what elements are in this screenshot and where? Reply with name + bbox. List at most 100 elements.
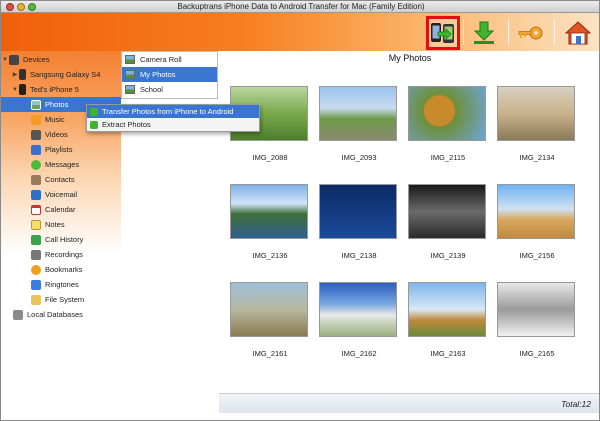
photo-thumbnail[interactable] xyxy=(408,86,486,141)
sidebar-local-databases[interactable]: Local Databases xyxy=(1,307,121,322)
album-camera-roll[interactable]: Camera Roll xyxy=(122,52,217,67)
ringtones-icon xyxy=(31,279,41,290)
register-button[interactable] xyxy=(513,16,547,50)
sidebar-device-galaxy[interactable]: ▶ Sangsung Galaxy S4 xyxy=(1,67,121,82)
photo-caption: IMG_2161 xyxy=(252,349,288,358)
photo-thumbnail[interactable] xyxy=(408,184,486,239)
music-icon xyxy=(31,114,41,125)
photo-caption: IMG_2139 xyxy=(430,251,466,260)
sidebar-devices-label: Devices xyxy=(23,55,50,64)
sidebar-item-ringtones[interactable]: Ringtones xyxy=(1,277,121,292)
sidebar-item-playlists[interactable]: Playlists xyxy=(1,142,121,157)
title-bar: Backuptrans iPhone Data to Android Trans… xyxy=(1,1,599,13)
photo-thumbnail[interactable] xyxy=(230,282,308,337)
photo-caption: IMG_2093 xyxy=(341,153,377,162)
sidebar-item-label: Recordings xyxy=(45,250,83,259)
menu-item-transfer-photos[interactable]: Transfer Photos from iPhone to Android xyxy=(87,105,259,118)
photo-item[interactable]: IMG_2115 xyxy=(405,86,486,176)
voicemail-icon xyxy=(31,189,41,200)
photo-thumbnail[interactable] xyxy=(497,184,575,239)
sidebar-item-file-system[interactable]: File System xyxy=(1,292,121,307)
disclosure-triangle-icon[interactable]: ▼ xyxy=(11,87,19,93)
photo-item[interactable]: IMG_2139 xyxy=(405,184,486,274)
sidebar-item-voicemail[interactable]: Voicemail xyxy=(1,187,121,202)
album-school[interactable]: School xyxy=(122,82,217,97)
photo-caption: IMG_2165 xyxy=(519,349,555,358)
total-count: Total:12 xyxy=(561,399,591,409)
photo-thumbnail[interactable] xyxy=(319,184,397,239)
photo-thumbnail[interactable] xyxy=(319,282,397,337)
photo-caption: IMG_2156 xyxy=(519,251,555,260)
album-list: Camera Roll My Photos School xyxy=(121,51,218,99)
album-label: My Photos xyxy=(140,70,176,79)
bookmarks-icon xyxy=(31,264,41,275)
disclosure-triangle-icon[interactable]: ▼ xyxy=(1,57,9,63)
menu-item-extract-photos[interactable]: Extract Photos xyxy=(87,118,259,131)
photo-thumbnail[interactable] xyxy=(497,282,575,337)
toolbar-separator xyxy=(463,19,464,45)
photo-thumbnail[interactable] xyxy=(230,184,308,239)
sidebar-item-label: Photos xyxy=(45,100,69,109)
photo-item[interactable]: IMG_2136 xyxy=(227,184,308,274)
photo-caption: IMG_2134 xyxy=(519,153,555,162)
export-button[interactable] xyxy=(467,16,501,50)
photo-item[interactable]: IMG_2138 xyxy=(316,184,397,274)
photo-thumbnail[interactable] xyxy=(497,86,575,141)
sidebar-item-notes[interactable]: Notes xyxy=(1,217,121,232)
phone-icon xyxy=(19,84,26,95)
photo-item[interactable]: IMG_2162 xyxy=(316,282,397,372)
photo-item[interactable]: IMG_2161 xyxy=(227,282,308,372)
sidebar-devices[interactable]: ▼ Devices xyxy=(1,52,121,67)
photo-thumbnail[interactable] xyxy=(319,86,397,141)
sidebar-item-label: Playlists xyxy=(45,145,73,154)
notes-icon xyxy=(31,219,41,230)
sidebar-device-iphone[interactable]: ▼ Ted's iPhone 5 xyxy=(1,82,121,97)
videos-icon xyxy=(31,129,41,140)
call-history-icon xyxy=(31,234,41,245)
sidebar-item-contacts[interactable]: Contacts xyxy=(1,172,121,187)
sidebar-item-label: Calendar xyxy=(45,205,76,214)
recordings-icon xyxy=(31,249,41,260)
album-my-photos[interactable]: My Photos xyxy=(122,67,217,82)
key-icon xyxy=(518,26,543,40)
photo-item[interactable]: IMG_2093 xyxy=(316,86,397,176)
photo-item[interactable]: IMG_2134 xyxy=(494,86,575,176)
window-title: Backuptrans iPhone Data to Android Trans… xyxy=(177,2,425,11)
album-label: School xyxy=(140,85,163,94)
contacts-icon xyxy=(31,174,41,185)
extract-icon xyxy=(90,120,98,129)
close-window-button[interactable] xyxy=(6,3,14,11)
photo-thumbnail[interactable] xyxy=(408,282,486,337)
sidebar-item-label: Voicemail xyxy=(45,190,78,199)
photo-grid: IMG_2088 IMG_2093 IMG_2115 IMG_2134 IMG_2136… xyxy=(219,51,599,391)
messages-icon xyxy=(31,159,41,170)
transfer-button[interactable] xyxy=(426,16,460,50)
photo-item[interactable]: IMG_2156 xyxy=(494,184,575,274)
toolbar xyxy=(1,13,599,51)
app-window: Backuptrans iPhone Data to Android Trans… xyxy=(0,0,600,421)
album-icon xyxy=(125,85,135,94)
sidebar-device-label: Ted's iPhone 5 xyxy=(30,85,79,94)
photo-caption: IMG_2115 xyxy=(430,153,466,162)
minimize-window-button[interactable] xyxy=(17,3,25,11)
sidebar-item-messages[interactable]: Messages xyxy=(1,157,121,172)
sidebar-item-bookmarks[interactable]: Bookmarks xyxy=(1,262,121,277)
zoom-window-button[interactable] xyxy=(28,3,36,11)
menu-item-label: Transfer Photos from iPhone to Android xyxy=(102,107,234,116)
photo-item[interactable]: IMG_2163 xyxy=(405,282,486,372)
sidebar-item-recordings[interactable]: Recordings xyxy=(1,247,121,262)
photo-item[interactable]: IMG_2165 xyxy=(494,282,575,372)
photo-caption: IMG_2138 xyxy=(341,251,377,260)
sidebar-item-calendar[interactable]: Calendar xyxy=(1,202,121,217)
main-panel: My Photos IMG_2088 IMG_2093 IMG_2115 IMG_21… xyxy=(219,51,599,420)
home-button[interactable] xyxy=(561,16,595,50)
folder-icon xyxy=(31,294,41,305)
transfer-icon xyxy=(90,107,98,116)
sidebar-item-label: File System xyxy=(45,295,85,304)
toolbar-separator xyxy=(554,19,555,45)
sidebar-device-label: Sangsung Galaxy S4 xyxy=(30,70,101,79)
photos-icon xyxy=(31,99,41,110)
photo-caption: IMG_2136 xyxy=(252,251,288,260)
disclosure-triangle-icon[interactable]: ▶ xyxy=(11,71,19,78)
sidebar-item-call-history[interactable]: Call History xyxy=(1,232,121,247)
